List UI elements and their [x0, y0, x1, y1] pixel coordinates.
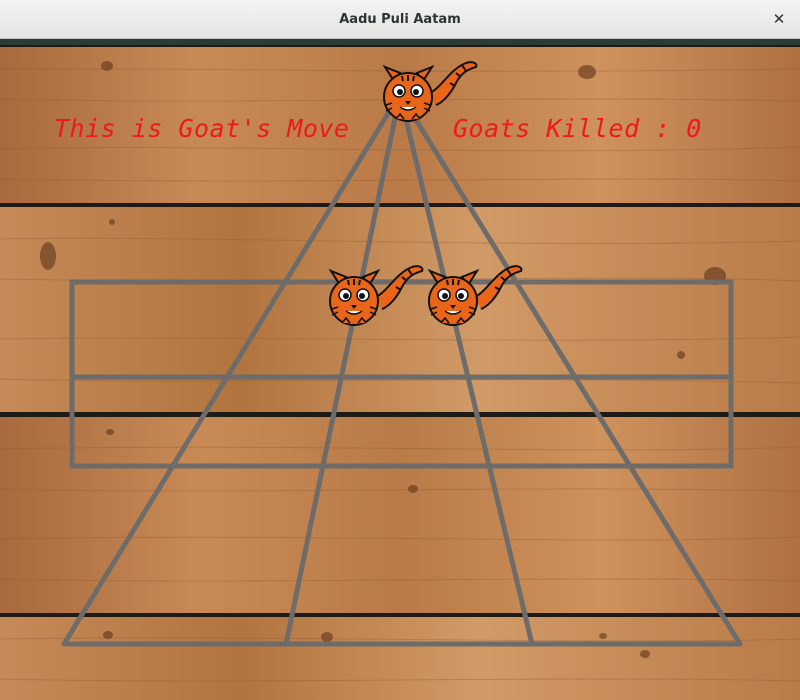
window-title: Aadu Puli Aatam: [339, 12, 461, 27]
tiger-icon: [382, 61, 478, 122]
tiger-piece-apex[interactable]: [380, 59, 480, 127]
game-board[interactable]: This is Goat's Move Goats Killed : 0: [0, 39, 800, 700]
tiger-piece-2[interactable]: [326, 263, 426, 331]
goats-killed-label: Goats Killed :: [453, 114, 687, 143]
title-bar: Aadu Puli Aatam ✕: [0, 0, 800, 39]
tiger-icon: [427, 265, 523, 326]
close-icon[interactable]: ✕: [770, 10, 788, 28]
goats-killed-counter: Goats Killed : 0: [453, 114, 702, 143]
tiger-piece-3[interactable]: [425, 263, 525, 331]
app-window: Aadu Puli Aatam ✕ This is Goat's Move Go…: [0, 0, 800, 700]
tiger-icon: [328, 265, 424, 326]
goats-killed-value: 0: [686, 114, 702, 143]
turn-indicator: This is Goat's Move: [54, 114, 350, 143]
